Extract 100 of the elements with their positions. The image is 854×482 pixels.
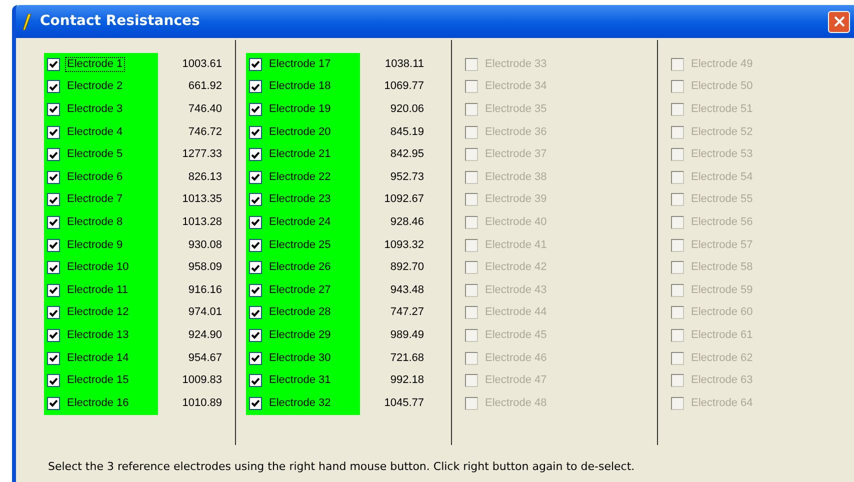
resistance-value: 952.73 (390, 170, 424, 184)
checkbox-label[interactable]: Electrode 3 (65, 102, 125, 117)
checkmark-icon (49, 82, 58, 91)
checkbox-label[interactable]: Electrode 14 (65, 350, 131, 366)
checkmark-icon (49, 286, 58, 294)
checkbox-label[interactable]: Electrode 13 (65, 328, 131, 343)
checkbox-label[interactable]: Electrode 18 (267, 79, 333, 94)
checkbox[interactable] (249, 216, 262, 229)
checkmark-icon (251, 264, 260, 272)
checkbox[interactable] (47, 58, 60, 71)
checkmark-icon (49, 173, 58, 182)
close-button[interactable] (828, 10, 850, 32)
resistance-value: 992.18 (390, 374, 424, 388)
checkbox-label[interactable]: Electrode 10 (65, 260, 131, 276)
checkbox-label[interactable]: Electrode 26 (267, 260, 333, 276)
checkbox-label[interactable]: Electrode 21 (267, 147, 333, 162)
checkbox[interactable] (47, 374, 60, 388)
checkbox[interactable] (47, 148, 60, 162)
checkbox[interactable] (249, 396, 262, 410)
checkmark-icon (251, 82, 260, 91)
checkmark-icon (49, 128, 58, 136)
checkmark-icon (49, 376, 58, 385)
checkbox-label[interactable]: Electrode 30 (267, 350, 333, 366)
checkbox[interactable] (47, 170, 60, 184)
resistance-value: 845.19 (390, 126, 424, 139)
checkbox[interactable] (249, 374, 262, 388)
checkbox-label[interactable]: Electrode 2 (65, 79, 125, 94)
checkbox-label[interactable]: Electrode 8 (65, 214, 125, 230)
checkbox[interactable] (47, 284, 60, 297)
checkbox-label[interactable]: Electrode 5 (65, 147, 125, 162)
checkbox[interactable] (249, 193, 262, 206)
checkbox-label[interactable]: Electrode 1 (65, 56, 125, 72)
checkbox-label[interactable]: Electrode 17 (267, 56, 333, 72)
checkbox[interactable] (249, 102, 262, 116)
checkbox-label[interactable]: Electrode 11 (65, 282, 130, 298)
checkbox[interactable] (47, 352, 60, 365)
checkbox-label[interactable]: Electrode 24 (267, 214, 333, 230)
checkbox-label[interactable]: Electrode 23 (267, 192, 333, 208)
resistance-value: 661.92 (188, 80, 222, 94)
resistance-value: 1038.11 (385, 58, 424, 71)
resistance-value: 989.49 (390, 328, 424, 342)
checkmark-icon (251, 173, 260, 182)
resistance-value: 1009.83 (182, 374, 222, 388)
checkbox-label[interactable]: Electrode 20 (267, 124, 333, 140)
checkbox[interactable] (47, 396, 60, 410)
checkbox[interactable] (249, 126, 262, 139)
checkbox-label[interactable]: Electrode 19 (267, 102, 333, 117)
checkbox[interactable] (249, 80, 262, 94)
checkmark-icon (251, 60, 260, 68)
checkbox[interactable] (249, 306, 262, 320)
checkbox-label[interactable]: Electrode 29 (267, 328, 333, 343)
checkmark-icon (251, 376, 260, 385)
checkbox-label[interactable]: Electrode 32 (267, 396, 333, 411)
checkmark-icon (251, 241, 260, 250)
checkbox[interactable] (47, 80, 60, 94)
checkbox-label[interactable]: Electrode 4 (65, 124, 125, 140)
checkbox[interactable] (47, 193, 60, 206)
checkbox-label[interactable]: Electrode 6 (65, 170, 125, 185)
resistance-value: 1277.33 (182, 148, 222, 162)
checkbox[interactable] (47, 102, 60, 116)
resistance-value: 974.01 (188, 306, 222, 320)
checkmark-icon (251, 128, 260, 136)
checkmark-icon (49, 60, 58, 68)
checkbox-label[interactable]: Electrode 9 (65, 238, 125, 253)
checkbox[interactable] (47, 261, 60, 274)
resistance-value: 1003.61 (182, 58, 222, 71)
checkbox[interactable] (249, 328, 262, 342)
checkbox[interactable] (249, 352, 262, 365)
checkbox[interactable] (249, 261, 262, 274)
checkbox[interactable] (47, 306, 60, 320)
checkbox-label[interactable]: Electrode 16 (65, 396, 131, 411)
checkmark-icon (251, 286, 260, 294)
checkbox-label[interactable]: Electrode 12 (65, 305, 131, 320)
checkbox[interactable] (47, 216, 60, 229)
resistance-value: 958.09 (188, 261, 222, 274)
checkbox-label[interactable]: Electrode 22 (267, 170, 333, 185)
checkbox[interactable] (249, 284, 262, 297)
checkbox-label[interactable]: Electrode 27 (267, 282, 333, 298)
lightning-icon (22, 14, 32, 30)
resistance-value: 746.40 (188, 102, 222, 116)
resistance-value: 1013.35 (182, 193, 222, 206)
checkbox-label[interactable]: Electrode 25 (267, 238, 333, 253)
resistance-value: 746.72 (188, 126, 222, 139)
checkbox[interactable] (47, 328, 60, 342)
checkbox[interactable] (249, 238, 262, 252)
checkbox[interactable] (249, 58, 262, 71)
resistance-value: 1013.28 (182, 216, 222, 229)
checkbox[interactable] (249, 170, 262, 184)
checkmark-icon (251, 308, 260, 317)
checkmark-icon (49, 150, 58, 159)
checkbox-label[interactable]: Electrode 28 (267, 305, 333, 320)
checkbox-label[interactable]: Electrode 7 (65, 192, 125, 208)
checkmark-icon (251, 218, 260, 226)
checkbox[interactable] (249, 148, 262, 162)
checkbox[interactable] (47, 126, 60, 139)
checkbox[interactable] (47, 238, 60, 252)
resistance-value: 1010.89 (182, 396, 222, 410)
checkbox-label[interactable]: Electrode 31 (267, 373, 333, 388)
resistance-value: 920.06 (390, 102, 424, 116)
checkbox-label[interactable]: Electrode 15 (65, 373, 131, 388)
